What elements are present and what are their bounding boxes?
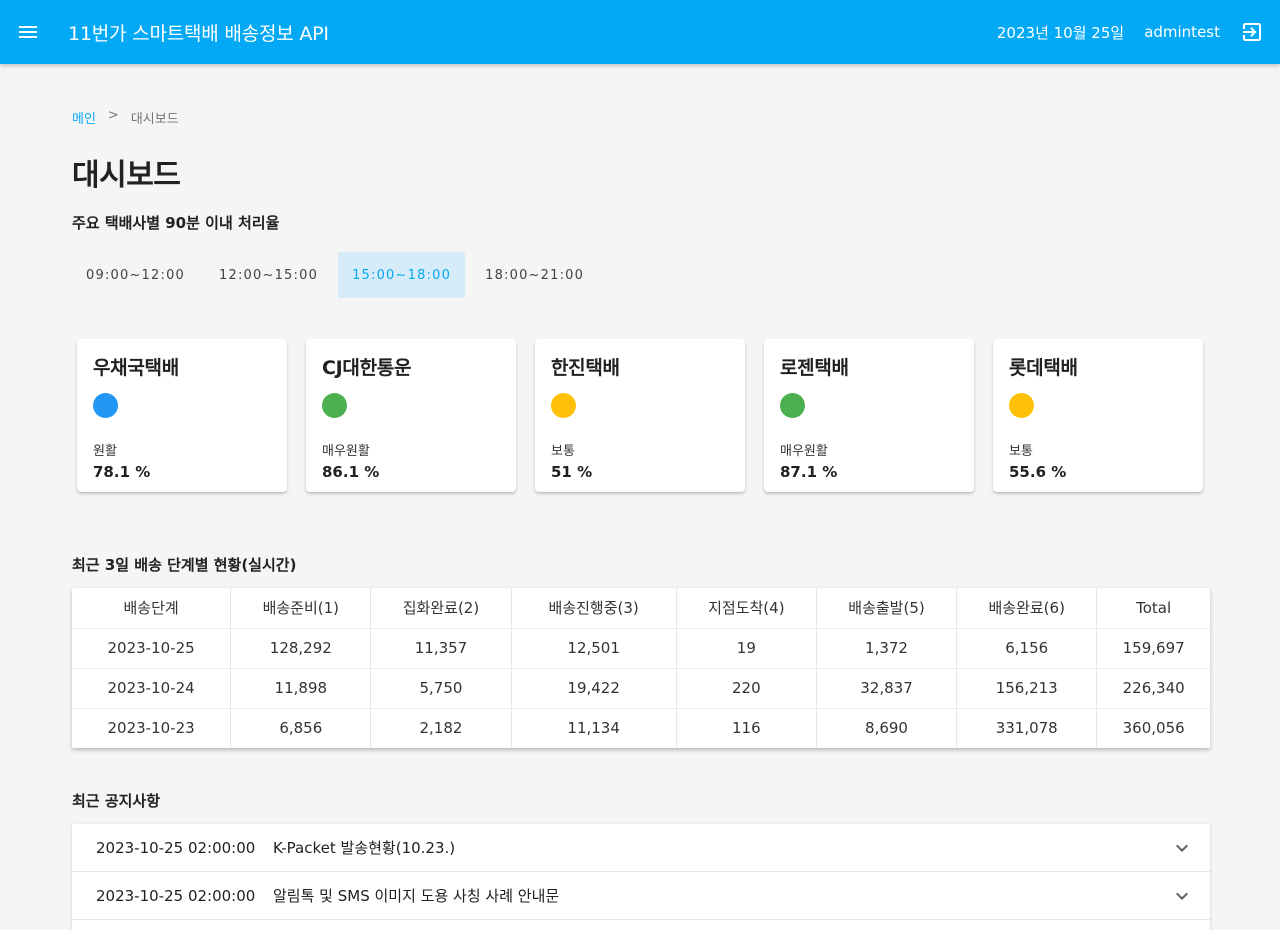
table-cell: 2023-10-25 xyxy=(72,628,232,669)
column-header: 배송준비(1) xyxy=(230,588,372,629)
table-cell: 6,156 xyxy=(956,628,1098,669)
breadcrumb-current: 대시보드 xyxy=(130,112,179,127)
column-header: 지점도착(4) xyxy=(676,588,817,629)
logout-button[interactable] xyxy=(1232,12,1272,52)
carrier-card: 우채국택배 원활 78.1 % xyxy=(77,339,287,492)
table-cell: 11,357 xyxy=(370,628,512,669)
rate-value: 86.1 % xyxy=(322,463,380,481)
user-name: admintest xyxy=(1144,23,1220,41)
app-title: 11번가 스마트택배 배송정보 API xyxy=(68,22,329,45)
logout-icon xyxy=(1243,23,1261,41)
notice-item[interactable]: 2023-10-25 02:00:00 알림톡 및 SMS 이미지 도용 사칭 … xyxy=(72,872,1210,920)
table-cell: 6,856 xyxy=(230,708,372,748)
carrier-card: 롯데택배 보통 55.6 % xyxy=(993,339,1203,492)
carrier-card: 한진택배 보통 51 % xyxy=(535,339,745,492)
status-label: 매우원활 xyxy=(780,444,828,459)
status-label: 매우원활 xyxy=(322,444,370,459)
column-header: 배송출발(5) xyxy=(816,588,958,629)
chevron-down-icon xyxy=(1176,892,1188,900)
notice-title: K-Packet 발송현황(10.23.) xyxy=(273,839,456,857)
menu-button[interactable] xyxy=(0,0,56,64)
table-cell: 1,372 xyxy=(816,628,958,669)
carrier-name: CJ대한통운 xyxy=(322,357,412,379)
notice-item[interactable] xyxy=(72,920,1210,930)
table-cell: 156,213 xyxy=(956,668,1098,709)
notice-date: 2023-10-25 02:00:00 xyxy=(96,838,256,857)
table-cell: 19,422 xyxy=(511,668,677,709)
table-cell: 220 xyxy=(676,668,817,709)
menu-icon xyxy=(19,26,37,38)
tab-1500-1800[interactable]: 15:00~18:00 xyxy=(338,252,466,298)
tab-1800-2100[interactable]: 18:00~21:00 xyxy=(471,252,598,298)
rate-value: 87.1 % xyxy=(780,463,838,481)
notice-item[interactable]: 2023-10-25 02:00:00 K-Packet 발송현황(10.23.… xyxy=(72,824,1210,872)
rate-value: 51 % xyxy=(551,463,593,481)
column-header: 집화완료(2) xyxy=(370,588,512,629)
column-header: 배송단계 xyxy=(72,588,232,629)
breadcrumb-separator: > xyxy=(107,108,119,123)
table-cell: 8,690 xyxy=(816,708,958,748)
table-row: 2023-10-24 11,898 5,750 19,422 220 32,83… xyxy=(72,668,1210,709)
page-title: 대시보드 xyxy=(72,158,181,193)
tab-0900-1200[interactable]: 09:00~12:00 xyxy=(72,252,199,298)
rate-section-title: 주요 택배사별 90분 이내 처리율 xyxy=(72,214,280,232)
app-bar: 11번가 스마트택배 배송정보 API 2023년 10월 25일 admint… xyxy=(0,0,1280,64)
delivery-status-table: 배송단계 배송준비(1) 집화완료(2) 배송진행중(3) 지점도착(4) 배송… xyxy=(72,588,1210,748)
expand-button[interactable] xyxy=(1154,884,1210,908)
table-cell: 19 xyxy=(676,628,817,669)
status-indicator-icon xyxy=(780,393,805,418)
chevron-down-icon xyxy=(1176,844,1188,852)
status-label: 원활 xyxy=(93,444,117,459)
notice-list: 2023-10-25 02:00:00 K-Packet 발송현황(10.23.… xyxy=(72,824,1210,930)
table-cell: 226,340 xyxy=(1096,668,1210,709)
column-header: 배송완료(6) xyxy=(956,588,1098,629)
header-date: 2023년 10월 25일 xyxy=(996,23,1125,42)
delivery-section-title: 최근 3일 배송 단계별 현황(실시간) xyxy=(72,556,297,574)
carrier-card: CJ대한통운 매우원활 86.1 % xyxy=(306,339,516,492)
status-indicator-icon xyxy=(551,393,576,418)
carrier-card: 로젠택배 매우원활 87.1 % xyxy=(764,339,974,492)
column-header: 배송진행중(3) xyxy=(511,588,677,629)
table-cell: 159,697 xyxy=(1096,628,1210,669)
status-label: 보통 xyxy=(1009,444,1033,459)
notice-title: 알림톡 및 SMS 이미지 도용 사칭 사례 안내문 xyxy=(273,887,560,905)
table-cell: 2,182 xyxy=(370,708,512,748)
column-header: Total xyxy=(1096,588,1210,629)
table-cell: 11,134 xyxy=(511,708,677,748)
carrier-name: 한진택배 xyxy=(551,357,620,379)
carrier-name: 로젠택배 xyxy=(780,357,849,379)
status-indicator-icon xyxy=(322,393,347,418)
time-range-tabs: 09:00~12:00 12:00~15:00 15:00~18:00 18:0… xyxy=(72,252,604,298)
breadcrumb-home-link[interactable]: 메인 xyxy=(72,108,96,127)
carrier-name: 롯데택배 xyxy=(1009,357,1078,379)
table-cell: 360,056 xyxy=(1122,719,1185,738)
notice-section-title: 최근 공지사항 xyxy=(72,792,161,810)
status-label: 보통 xyxy=(551,444,575,459)
table-row: 2023-10-23 6,856 2,182 11,134 116 8,690 … xyxy=(72,708,1210,748)
table-row: 2023-10-25 128,292 11,357 12,501 19 1,37… xyxy=(72,628,1210,669)
table-cell: 5,750 xyxy=(370,668,512,709)
table-cell: 116 xyxy=(676,708,817,748)
table-cell: 331,078 xyxy=(956,708,1098,748)
status-indicator-icon xyxy=(1009,393,1034,418)
table-cell: 2023-10-23 xyxy=(72,708,232,748)
notice-date: 2023-10-25 02:00:00 xyxy=(96,886,256,905)
table-header-row: 배송단계 배송준비(1) 집화완료(2) 배송진행중(3) 지점도착(4) 배송… xyxy=(72,588,1210,629)
table-cell: 128,292 xyxy=(230,628,372,669)
breadcrumb: 메인 > 대시보드 xyxy=(72,108,179,127)
carrier-cards: 우채국택배 원활 78.1 % CJ대한통운 매우원활 86.1 % 한진택배 … xyxy=(77,339,1203,492)
table-cell: 2023-10-24 xyxy=(72,668,232,709)
rate-value: 78.1 % xyxy=(93,463,151,481)
expand-button[interactable] xyxy=(1154,836,1210,860)
rate-value: 55.6 % xyxy=(1009,463,1067,481)
table-cell: 11,898 xyxy=(230,668,372,709)
table-cell: 32,837 xyxy=(816,668,958,709)
tab-1200-1500[interactable]: 12:00~15:00 xyxy=(205,252,332,298)
status-indicator-icon xyxy=(93,393,118,418)
table-cell: 12,501 xyxy=(511,628,677,669)
carrier-name: 우채국택배 xyxy=(93,357,179,379)
